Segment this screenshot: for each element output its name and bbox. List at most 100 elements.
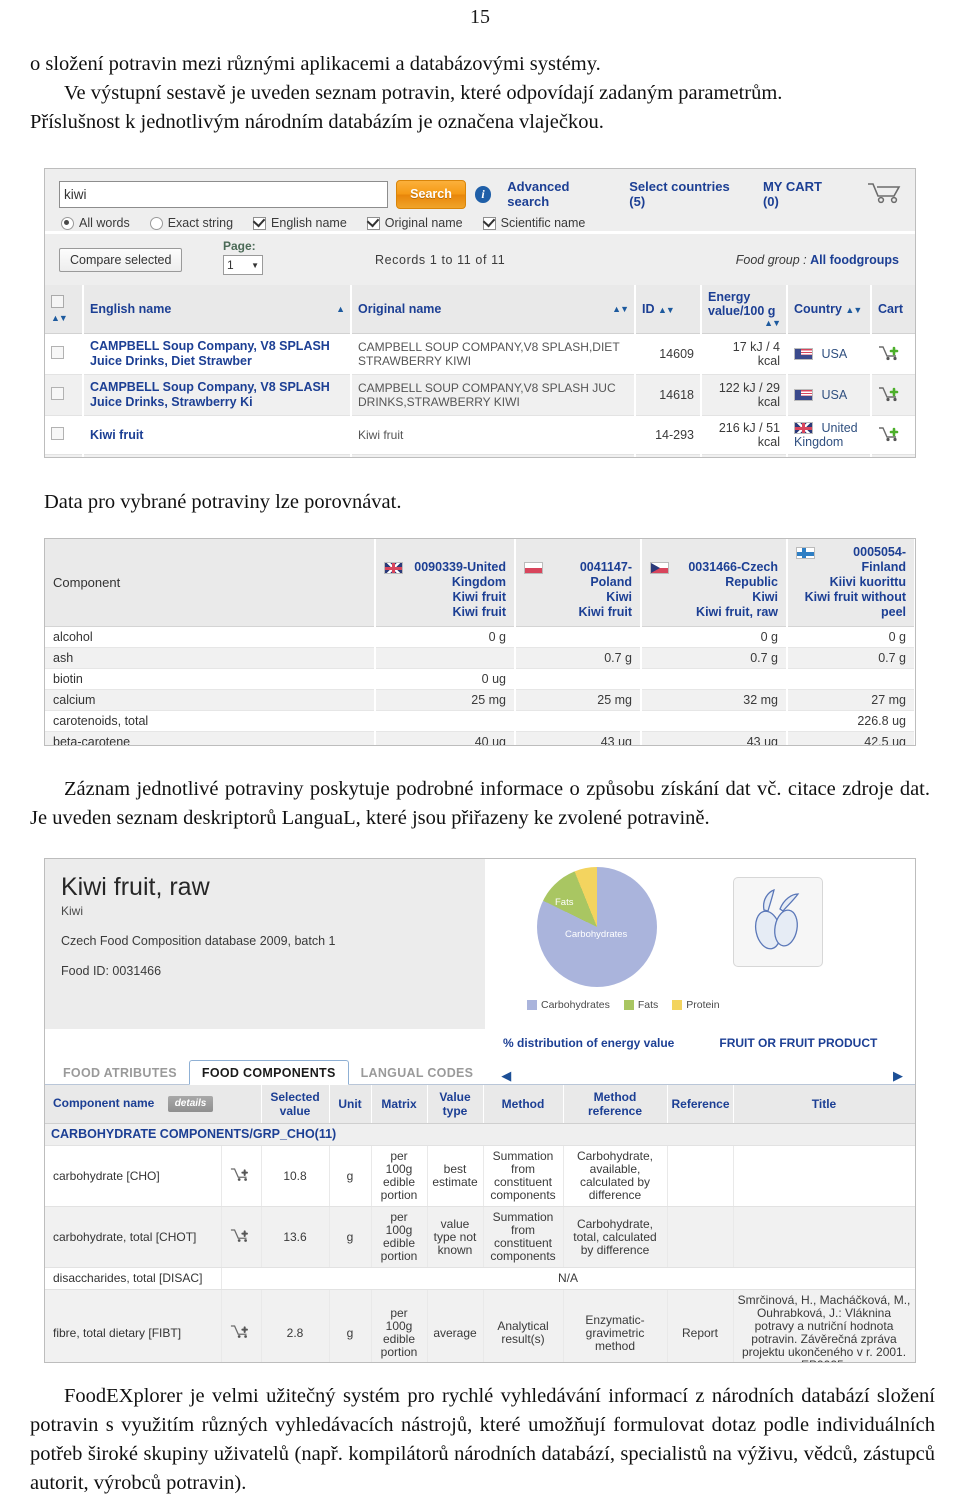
food-id: Food ID: 0031466	[61, 964, 162, 978]
page-selector[interactable]: Page: 1 ▼	[223, 239, 263, 275]
checkbox-original-name[interactable]	[366, 216, 380, 230]
option-exact-string[interactable]: Exact string	[149, 216, 233, 230]
option-english-name[interactable]: English name	[253, 216, 347, 230]
row-checkbox-cell[interactable]	[45, 333, 84, 375]
sort-arrows-icon[interactable]: ▲▼	[708, 318, 781, 328]
cell-component: carotenoids, total	[45, 710, 376, 732]
cell-not-available: N/A	[221, 1267, 915, 1290]
component-group-row: CARBOHYDRATE COMPONENTS/GRP_CHO(11)	[45, 1123, 915, 1146]
column-code: 0041147-Poland	[579, 560, 632, 589]
cell-original-name: CAMPBELL SOUP COMPANY,V8 SPLASH,DIET STR…	[351, 333, 636, 375]
cell-id	[635, 454, 702, 457]
column-original-name[interactable]: Original name ▲▼	[351, 285, 636, 334]
checkbox-english-name[interactable]	[253, 216, 267, 230]
details-button[interactable]: details	[167, 1096, 214, 1112]
radio-all-words[interactable]	[61, 216, 74, 230]
food-group-value[interactable]: All foodgroups	[810, 253, 899, 267]
cell-method: Summation from constituent components	[483, 1145, 564, 1207]
cell-value: 40 ug	[375, 731, 516, 745]
option-label: All words	[79, 216, 130, 230]
column-select-all[interactable]: ▲▼	[45, 285, 84, 334]
sort-arrows-icon[interactable]: ▲▼	[845, 305, 862, 315]
legend-item-protein: Protein	[672, 999, 720, 1011]
row-checkbox-cell[interactable]	[45, 374, 84, 416]
cell-value: 43 ug	[641, 731, 788, 745]
cell-add-to-cart[interactable]	[221, 1206, 262, 1268]
table-row[interactable]: Kiwi fruit Kiwi fruit 14-293 216 kJ / 51…	[45, 415, 915, 455]
option-scientific-name[interactable]: Scientific name	[482, 216, 585, 230]
nav-right-arrow-icon[interactable]: ▶	[893, 1068, 903, 1084]
tab-food-components[interactable]: FOOD COMPONENTS	[188, 1060, 349, 1085]
cell-method-reference: Carbohydrate, available, calculated by d…	[563, 1145, 668, 1207]
sort-arrows-icon[interactable]: ▲▼	[51, 313, 68, 323]
info-icon[interactable]: i	[474, 185, 492, 203]
select-all-checkbox[interactable]	[51, 294, 64, 308]
group-label: CARBOHYDRATE COMPONENTS/GRP_CHO(11)	[45, 1123, 915, 1146]
food-group-filter[interactable]: Food group : All foodgroups	[736, 253, 899, 267]
shopping-cart-icon[interactable]	[867, 182, 901, 207]
cell-value: 25 mg	[515, 689, 642, 711]
table-row-partial[interactable]	[45, 454, 915, 457]
cell-english-name	[83, 454, 352, 457]
radio-exact-string[interactable]	[149, 216, 163, 230]
table-row[interactable]: CAMPBELL Soup Company, V8 SPLASH Juice D…	[45, 333, 915, 375]
cell-id: 14-293	[635, 415, 702, 455]
cell-value: 0.7 g	[515, 647, 642, 669]
components-header-row: Component name details Selected value Un…	[45, 1085, 915, 1124]
table-row: alcohol 0 g 0 g 0 g	[45, 626, 915, 648]
column-country[interactable]: Country ▲▼	[787, 285, 872, 334]
row-checkbox[interactable]	[51, 427, 64, 440]
table-row[interactable]: CAMPBELL Soup Company, V8 SPLASH Juice D…	[45, 374, 915, 416]
paragraph-text: Záznam jednotlivé potraviny poskytuje po…	[30, 778, 930, 829]
row-checkbox-cell[interactable]	[45, 454, 84, 457]
column-value-type: Value type	[427, 1085, 484, 1124]
row-checkbox[interactable]	[51, 346, 64, 359]
foodexplorer-detail-screenshot: Kiwi fruit, raw Kiwi Czech Food Composit…	[44, 858, 916, 1363]
cell-add-to-cart[interactable]	[221, 1145, 262, 1207]
add-to-cart-icon[interactable]	[230, 1168, 252, 1185]
option-all-words[interactable]: All words	[61, 216, 130, 230]
sort-arrows-icon[interactable]: ▲▼	[658, 305, 675, 315]
cell-add-to-cart[interactable]	[871, 333, 915, 375]
select-countries-link[interactable]: Select countries (5)	[629, 179, 744, 209]
row-checkbox[interactable]	[51, 387, 64, 400]
tab-langual-codes[interactable]: LANGUAL CODES	[349, 1061, 486, 1084]
add-to-cart-icon[interactable]	[230, 1229, 252, 1246]
search-input[interactable]: kiwi	[59, 180, 389, 208]
add-to-cart-icon[interactable]	[230, 1325, 252, 1342]
cell-value: 0.7 g	[641, 647, 788, 669]
nav-left-arrow-icon[interactable]: ◀	[501, 1068, 511, 1084]
cell-method: Summation from constituent components	[483, 1206, 564, 1268]
checkbox-scientific-name[interactable]	[482, 216, 496, 230]
cell-add-to-cart	[871, 454, 915, 457]
compare-selected-button[interactable]: Compare selected	[59, 247, 183, 272]
page-dropdown[interactable]: 1 ▼	[223, 255, 263, 275]
cell-value: 226.8 ug	[787, 710, 915, 732]
column-energy-value[interactable]: Energy value/100 g ▲▼	[701, 285, 788, 334]
my-cart-link[interactable]: MY CART (0)	[763, 179, 838, 209]
column-english-name[interactable]: English name ▲	[83, 285, 352, 334]
tab-food-atributes[interactable]: FOOD ATRIBUTES	[51, 1061, 189, 1084]
option-original-name[interactable]: Original name	[366, 216, 463, 230]
cell-english-name[interactable]: CAMPBELL Soup Company, V8 SPLASH Juice D…	[83, 374, 352, 416]
cell-component: calcium	[45, 689, 376, 711]
cell-add-to-cart[interactable]	[871, 415, 915, 455]
sort-arrows-icon[interactable]: ▲▼	[612, 304, 629, 314]
search-button[interactable]: Search	[396, 179, 466, 209]
advanced-search-link[interactable]: Advanced search	[507, 179, 610, 209]
row-checkbox-cell[interactable]	[45, 415, 84, 455]
cell-add-to-cart[interactable]	[221, 1289, 262, 1362]
cell-value-type: average	[427, 1289, 484, 1362]
add-to-cart-icon[interactable]	[878, 386, 902, 405]
column-id[interactable]: ID ▲▼	[635, 285, 702, 334]
column-uk: 0090339-United Kingdom Kiwi fruit Kiwi f…	[375, 539, 516, 627]
cell-english-name[interactable]: Kiwi fruit	[83, 415, 352, 455]
cell-selected-value: 2.8	[261, 1289, 330, 1362]
sort-arrows-icon[interactable]: ▲	[336, 304, 345, 314]
cell-add-to-cart[interactable]	[871, 374, 915, 416]
add-to-cart-icon[interactable]	[878, 426, 902, 445]
cell-english-name[interactable]: CAMPBELL Soup Company, V8 SPLASH Juice D…	[83, 333, 352, 375]
paragraph-record: Záznam jednotlivé potraviny poskytuje po…	[30, 775, 930, 833]
detail-tabs: FOOD ATRIBUTES FOOD COMPONENTS LANGUAL C…	[45, 1057, 915, 1085]
add-to-cart-icon[interactable]	[878, 345, 902, 364]
